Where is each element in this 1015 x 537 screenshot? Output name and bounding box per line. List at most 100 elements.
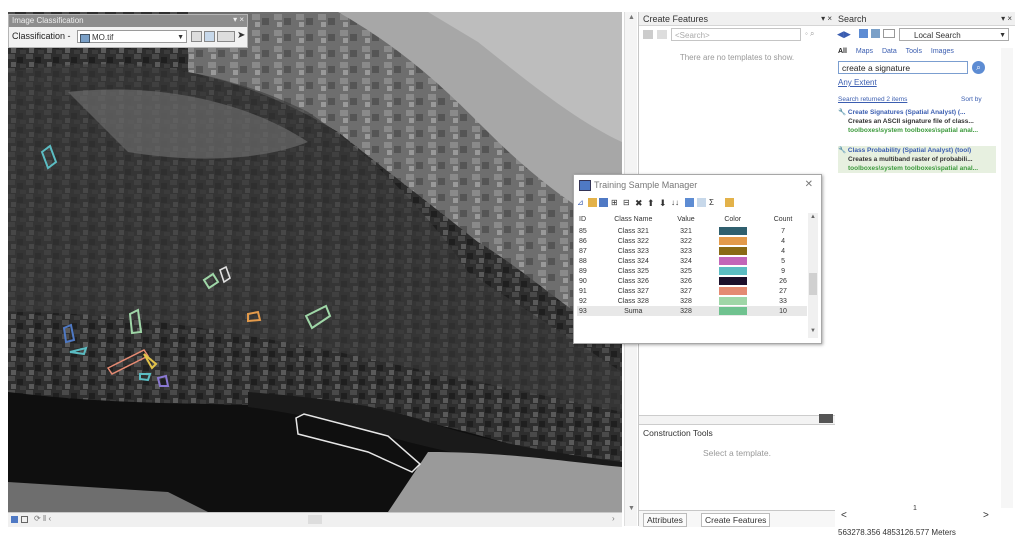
color-swatch[interactable] bbox=[718, 237, 747, 245]
save-icon[interactable] bbox=[599, 198, 608, 207]
search-mode-select[interactable]: Local Search ▼ bbox=[899, 28, 1009, 41]
cell-color[interactable] bbox=[706, 226, 759, 236]
tab-all[interactable]: All bbox=[838, 48, 847, 55]
cell-id[interactable]: 91 bbox=[577, 286, 601, 296]
results-count[interactable]: Search returned 2 items bbox=[838, 96, 907, 103]
cell-color[interactable] bbox=[706, 246, 759, 256]
cell-color[interactable] bbox=[706, 236, 759, 246]
map-view[interactable] bbox=[8, 12, 622, 512]
cell-class-name[interactable]: Class 327 bbox=[601, 286, 666, 296]
layer-select[interactable]: MO.tif ▼ bbox=[77, 30, 187, 43]
scatterplot-icon[interactable] bbox=[697, 198, 706, 207]
draw-polygon-icon[interactable] bbox=[191, 31, 202, 42]
histogram-icon[interactable] bbox=[685, 198, 694, 207]
cell-color[interactable] bbox=[706, 256, 759, 266]
reset-icon[interactable]: ↓↓ bbox=[671, 198, 680, 207]
split-icon[interactable]: ⊞ bbox=[611, 198, 620, 207]
tab-attributes[interactable]: Attributes bbox=[643, 513, 687, 527]
classify-dropdown-icon[interactable] bbox=[217, 31, 235, 42]
scroll-thumb[interactable] bbox=[809, 273, 817, 295]
search-result[interactable]: 🔧 Class Probability (Spatial Analyst) (t… bbox=[838, 146, 996, 173]
create-signature-icon[interactable] bbox=[725, 198, 734, 207]
table-scrollbar[interactable]: ▲ ▼ bbox=[808, 213, 818, 338]
sort-by-dropdown[interactable]: Sort by bbox=[961, 96, 982, 103]
cell-id[interactable]: 88 bbox=[577, 256, 601, 266]
table-row[interactable]: 90 Class 326 326 26 bbox=[577, 276, 807, 286]
merge-classes-icon[interactable]: ⊟ bbox=[623, 198, 632, 207]
pane-close-button[interactable]: ▾ × bbox=[821, 12, 832, 26]
merge-icon[interactable]: ⊿ bbox=[577, 198, 586, 207]
move-up-icon[interactable]: ⬆ bbox=[647, 198, 656, 208]
data-view-icon[interactable] bbox=[11, 516, 18, 523]
color-swatch[interactable] bbox=[718, 227, 747, 235]
cell-class-name[interactable]: Class 322 bbox=[601, 236, 666, 246]
pane-close-button[interactable]: ▾ × bbox=[1001, 12, 1012, 26]
search-input[interactable]: create a signature bbox=[838, 61, 968, 74]
cell-color[interactable] bbox=[706, 276, 759, 286]
table-row[interactable]: 93 Suma 328 10 bbox=[577, 306, 807, 316]
cell-color[interactable] bbox=[706, 306, 759, 316]
cell-id[interactable]: 93 bbox=[577, 306, 601, 316]
color-swatch[interactable] bbox=[718, 297, 747, 305]
tab-data[interactable]: Data bbox=[882, 48, 897, 55]
cell-color[interactable] bbox=[706, 266, 759, 276]
tab-images[interactable]: Images bbox=[931, 48, 954, 55]
cell-value[interactable]: 326 bbox=[666, 276, 707, 286]
back-forward-icon[interactable]: ◀▶ bbox=[837, 29, 851, 40]
result-title[interactable]: Create Signatures (Spatial Analyst) (... bbox=[848, 109, 966, 116]
table-row[interactable]: 87 Class 323 323 4 bbox=[577, 246, 807, 256]
cell-value[interactable]: 323 bbox=[666, 246, 707, 256]
result-title[interactable]: Class Probability (Spatial Analyst) (too… bbox=[848, 147, 971, 154]
scroll-down-icon[interactable]: ▼ bbox=[810, 328, 816, 334]
cell-value[interactable]: 322 bbox=[666, 236, 707, 246]
cell-id[interactable]: 85 bbox=[577, 226, 601, 236]
cell-id[interactable]: 90 bbox=[577, 276, 601, 286]
table-row[interactable]: 91 Class 327 327 27 bbox=[577, 286, 807, 296]
open-icon[interactable] bbox=[588, 198, 597, 207]
scroll-right-icon[interactable]: > bbox=[983, 510, 989, 521]
search-result[interactable]: 🔧 Create Signatures (Spatial Analyst) (.… bbox=[838, 108, 996, 135]
cell-value[interactable]: 325 bbox=[666, 266, 707, 276]
column-header-value[interactable]: Value bbox=[666, 213, 707, 226]
cell-class-name[interactable]: Class 328 bbox=[601, 296, 666, 306]
statistics-icon[interactable]: Σ bbox=[709, 198, 718, 207]
pane-splitter[interactable] bbox=[639, 415, 835, 425]
results-horizontal-scrollbar[interactable]: < > bbox=[841, 510, 991, 522]
tab-maps[interactable]: Maps bbox=[856, 48, 873, 55]
cell-id[interactable]: 87 bbox=[577, 246, 601, 256]
index-icon[interactable] bbox=[871, 29, 880, 38]
close-icon[interactable]: ✕ bbox=[805, 179, 813, 190]
classification-menu[interactable]: Classification - bbox=[12, 31, 71, 41]
table-row[interactable]: 85 Class 321 321 7 bbox=[577, 226, 807, 236]
cell-color[interactable] bbox=[706, 286, 759, 296]
scroll-left-icon[interactable]: < bbox=[841, 510, 847, 521]
color-swatch[interactable] bbox=[718, 307, 747, 315]
table-row[interactable]: 86 Class 322 322 4 bbox=[577, 236, 807, 246]
cell-class-name[interactable]: Suma bbox=[601, 306, 666, 316]
color-swatch[interactable] bbox=[718, 247, 747, 255]
column-header-id[interactable]: ID bbox=[577, 213, 601, 226]
cell-value[interactable]: 321 bbox=[666, 226, 707, 236]
cell-class-name[interactable]: Class 325 bbox=[601, 266, 666, 276]
color-swatch[interactable] bbox=[718, 277, 747, 285]
template-search-input[interactable]: <Search> bbox=[671, 28, 801, 41]
training-manager-icon[interactable] bbox=[204, 31, 215, 42]
pointer-icon[interactable]: ➤ bbox=[237, 30, 245, 41]
options-icon[interactable] bbox=[883, 29, 895, 38]
extent-dropdown[interactable]: Any Extent bbox=[838, 78, 877, 87]
organize-templates-icon[interactable] bbox=[643, 30, 653, 39]
table-row[interactable]: 92 Class 328 328 33 bbox=[577, 296, 807, 306]
cell-id[interactable]: 92 bbox=[577, 296, 601, 306]
cell-class-name[interactable]: Class 323 bbox=[601, 246, 666, 256]
cell-color[interactable] bbox=[706, 296, 759, 306]
scroll-down-icon[interactable]: ▼ bbox=[628, 505, 635, 512]
column-header-class-name[interactable]: Class Name bbox=[601, 213, 666, 226]
scroll-up-icon[interactable]: ▲ bbox=[810, 214, 816, 220]
cell-class-name[interactable]: Class 326 bbox=[601, 276, 666, 286]
list-by-icon[interactable] bbox=[657, 30, 667, 39]
color-swatch[interactable] bbox=[718, 257, 747, 265]
cell-value[interactable]: 328 bbox=[666, 306, 707, 316]
table-row[interactable]: 88 Class 324 324 5 bbox=[577, 256, 807, 266]
horizontal-scroll-thumb[interactable] bbox=[308, 515, 322, 524]
results-vertical-scrollbar[interactable] bbox=[1001, 48, 1013, 508]
